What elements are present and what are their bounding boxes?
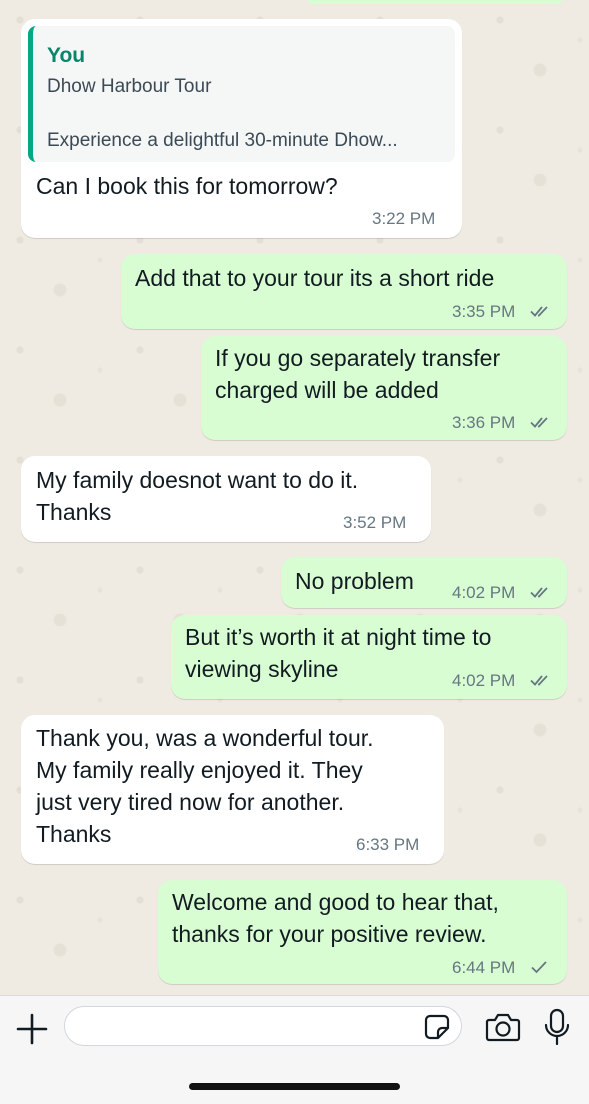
message-text: If you go separately transfer charged wi…	[215, 345, 501, 403]
camera-icon[interactable]	[485, 1011, 521, 1043]
message-bubble-outgoing[interactable]: But it’s worth it at night time to viewi…	[171, 615, 567, 699]
message-bubble-incoming[interactable]: My family doesnot want to do it. Thanks …	[21, 456, 431, 542]
message-bubble-outgoing[interactable]: Add that to your tour its a short ride 3…	[121, 254, 567, 329]
message-text: But it’s worth it at night time to viewi…	[185, 624, 492, 682]
double-check-icon	[530, 306, 548, 317]
message-text: No problem	[295, 568, 414, 594]
home-indicator	[189, 1083, 400, 1090]
quoted-title: Dhow Harbour Tour	[47, 76, 212, 97]
sticker-icon[interactable]	[424, 1014, 450, 1040]
quoted-author: You	[47, 44, 86, 67]
message-bubble-outgoing[interactable]: Welcome and good to hear that, thanks fo…	[158, 880, 567, 984]
message-time: 4:02 PM	[452, 583, 516, 602]
double-check-icon	[530, 675, 548, 686]
message-text: Add that to your tour its a short ride	[135, 265, 495, 291]
message-bubble-outgoing[interactable]: If you go separately transfer charged wi…	[201, 336, 567, 440]
quoted-description: Experience a delightful 30-minute Dhow..…	[47, 130, 398, 151]
double-check-icon	[530, 417, 548, 428]
plus-icon[interactable]	[14, 1011, 50, 1047]
check-icon	[531, 961, 547, 974]
quoted-message[interactable]: You Dhow Harbour Tour Experience a delig…	[28, 26, 455, 162]
message-time: 4:02 PM	[452, 671, 516, 690]
double-check-icon	[530, 587, 548, 598]
microphone-icon[interactable]	[543, 1008, 571, 1046]
message-bubble-outgoing[interactable]: No problem 4:02 PM	[281, 557, 567, 608]
message-time: 3:35 PM	[452, 302, 516, 321]
message-bubble-incoming[interactable]: You Dhow Harbour Tour Experience a delig…	[21, 19, 462, 238]
message-time: 3:52 PM	[343, 513, 407, 532]
message-time: 3:36 PM	[452, 413, 516, 432]
message-text: Thank you, was a wonderful tour. My fami…	[36, 725, 374, 847]
message-text: Welcome and good to hear that, thanks fo…	[172, 889, 499, 947]
message-time: 6:33 PM	[356, 835, 420, 854]
message-bubble-incoming[interactable]: Thank you, was a wonderful tour. My fami…	[21, 715, 444, 864]
message-time: 6:44 PM	[452, 958, 516, 977]
message-input[interactable]	[64, 1006, 462, 1046]
message-time: 3:22 PM	[372, 209, 436, 228]
message-text: My family doesnot want to do it. Thanks	[36, 467, 359, 525]
previous-message-bubble[interactable]	[305, 0, 565, 4]
message-text: Can I book this for tomorrow?	[36, 173, 338, 199]
